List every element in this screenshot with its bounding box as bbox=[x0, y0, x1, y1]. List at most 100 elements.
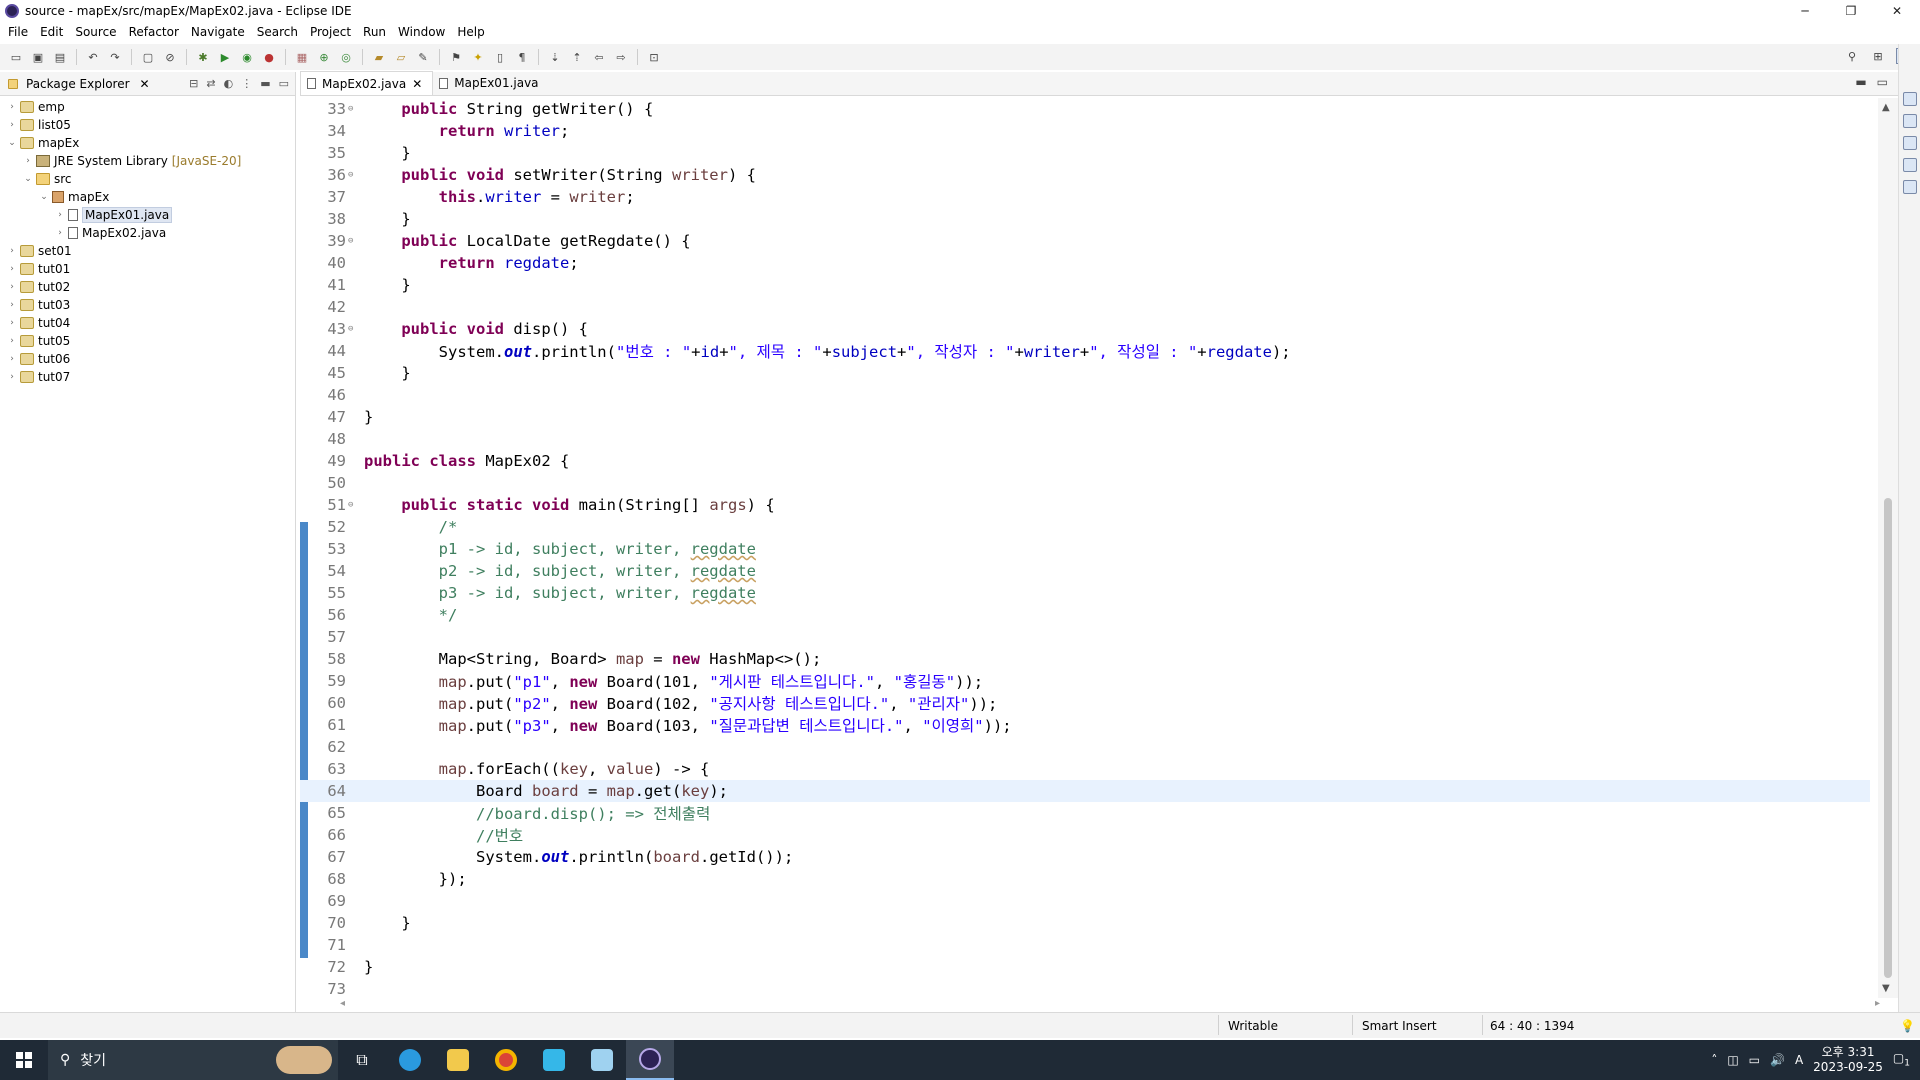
coverage-icon[interactable]: ◉ bbox=[239, 49, 255, 65]
taskbar-search[interactable]: ⚲ 찾기 bbox=[48, 1040, 338, 1080]
menu-navigate[interactable]: Navigate bbox=[185, 25, 251, 39]
code-line[interactable]: 57 bbox=[300, 626, 1870, 648]
menu-file[interactable]: File bbox=[2, 25, 34, 39]
view-menu-icon[interactable]: ⋮ bbox=[241, 77, 252, 90]
code-line[interactable]: 38 } bbox=[300, 208, 1870, 230]
code-line[interactable]: 48 bbox=[300, 428, 1870, 450]
code-line[interactable]: 53 p1 -> id, subject, writer, regdate bbox=[300, 538, 1870, 560]
show-whitespace-icon[interactable]: ¶ bbox=[514, 49, 530, 65]
open-folder-icon[interactable]: ▱ bbox=[393, 49, 409, 65]
annotation-icon[interactable]: ⚑ bbox=[448, 49, 464, 65]
code-line[interactable]: 61 map.put("p3", new Board(103, "질문과답변 테… bbox=[300, 714, 1870, 736]
code-line[interactable]: 54 p2 -> id, subject, writer, regdate bbox=[300, 560, 1870, 582]
menu-search[interactable]: Search bbox=[251, 25, 304, 39]
code-line[interactable]: 42 bbox=[300, 296, 1870, 318]
tree-item-mapex01-java[interactable]: › MapEx01.java bbox=[0, 206, 295, 224]
tree-item-src[interactable]: ⌄ src bbox=[0, 170, 295, 188]
minimize-button[interactable]: ─ bbox=[1782, 0, 1828, 22]
restore-button[interactable]: ❐ bbox=[1828, 0, 1874, 22]
menu-edit[interactable]: Edit bbox=[34, 25, 69, 39]
menu-window[interactable]: Window bbox=[392, 25, 451, 39]
code-line[interactable]: 50 bbox=[300, 472, 1870, 494]
code-line[interactable]: 35 } bbox=[300, 142, 1870, 164]
code-line[interactable]: 43 ⊖ public void disp() { bbox=[300, 318, 1870, 340]
tree-item-list05[interactable]: › list05 bbox=[0, 116, 295, 134]
code-line[interactable]: 71 bbox=[300, 934, 1870, 956]
link-editor-icon[interactable]: ⇄ bbox=[206, 77, 215, 90]
code-line[interactable]: 62 bbox=[300, 736, 1870, 758]
code-line[interactable]: 72} bbox=[300, 956, 1870, 978]
maximize-view-icon[interactable]: ▭ bbox=[1877, 75, 1888, 89]
edge-app[interactable] bbox=[386, 1040, 434, 1080]
minimize-view-icon[interactable]: ▬ bbox=[1855, 75, 1866, 89]
notepad-app[interactable] bbox=[578, 1040, 626, 1080]
scroll-down-icon[interactable]: ▼ bbox=[1882, 983, 1890, 994]
chevron-right-icon[interactable]: › bbox=[6, 354, 18, 364]
run-icon[interactable]: ▶ bbox=[217, 49, 233, 65]
block-selection-icon[interactable]: ▯ bbox=[492, 49, 508, 65]
close-icon[interactable]: ✕ bbox=[412, 77, 422, 91]
problems-icon[interactable] bbox=[1902, 136, 1917, 150]
chevron-right-icon[interactable]: › bbox=[6, 246, 18, 256]
back-icon[interactable]: ⇦ bbox=[591, 49, 607, 65]
tree-item-tut01[interactable]: › tut01 bbox=[0, 260, 295, 278]
tip-icon[interactable]: 💡 bbox=[1900, 1019, 1915, 1033]
code-editor[interactable]: 33 ⊖ public String getWriter() {34 return… bbox=[300, 98, 1870, 998]
maximize-view-icon[interactable]: ▭ bbox=[279, 77, 289, 90]
code-line[interactable]: 65 //board.disp(); => 전체출력 bbox=[300, 802, 1870, 824]
ime-indicator[interactable]: A bbox=[1795, 1053, 1803, 1067]
code-line[interactable]: 64 Board board = map.get(key); bbox=[300, 780, 1870, 802]
tree-item-tut03[interactable]: › tut03 bbox=[0, 296, 295, 314]
new-icon[interactable]: ▭ bbox=[8, 49, 24, 65]
chevron-right-icon[interactable]: › bbox=[6, 300, 18, 310]
code-line[interactable]: 73 bbox=[300, 978, 1870, 1000]
chrome-app[interactable] bbox=[482, 1040, 530, 1080]
tab-mapex02[interactable]: MapEx02.java ✕ bbox=[300, 71, 434, 95]
collapse-all-icon[interactable]: ⊟ bbox=[189, 77, 198, 90]
menu-project[interactable]: Project bbox=[304, 25, 357, 39]
chevron-right-icon[interactable]: › bbox=[6, 318, 18, 328]
chevron-up-icon[interactable]: ˄ bbox=[1711, 1053, 1717, 1067]
chevron-down-icon[interactable]: ⌄ bbox=[22, 174, 34, 184]
code-line[interactable]: 41 } bbox=[300, 274, 1870, 296]
code-line[interactable]: 37 this.writer = writer; bbox=[300, 186, 1870, 208]
task-view-button[interactable]: ⧉ bbox=[338, 1040, 386, 1080]
code-line[interactable]: 49 public class MapEx02 { bbox=[300, 450, 1870, 472]
filter-icon[interactable]: ◐ bbox=[224, 77, 234, 90]
chevron-right-icon[interactable]: › bbox=[22, 156, 34, 166]
code-line[interactable]: 56 */ bbox=[300, 604, 1870, 626]
new-class-icon[interactable]: ◎ bbox=[338, 49, 354, 65]
chevron-right-icon[interactable]: › bbox=[6, 336, 18, 346]
open-perspective-icon[interactable]: ⊞ bbox=[1870, 48, 1886, 64]
code-line[interactable]: 40 return regdate; bbox=[300, 252, 1870, 274]
code-line[interactable]: 34 return writer; bbox=[300, 120, 1870, 142]
chevron-down-icon[interactable]: ⌄ bbox=[6, 138, 18, 148]
tree-item-tut07[interactable]: › tut07 bbox=[0, 368, 295, 386]
scroll-up-icon[interactable]: ▲ bbox=[1882, 102, 1890, 113]
code-line[interactable]: 69 bbox=[300, 890, 1870, 912]
code-line[interactable]: 39 ⊖ public LocalDate getRegdate() { bbox=[300, 230, 1870, 252]
start-button[interactable] bbox=[0, 1040, 48, 1080]
new-package-icon[interactable]: ⊕ bbox=[316, 49, 332, 65]
code-line[interactable]: 59 map.put("p1", new Board(101, "게시판 테스트… bbox=[300, 670, 1870, 692]
code-line[interactable]: 46 bbox=[300, 384, 1870, 406]
chevron-right-icon[interactable]: › bbox=[6, 264, 18, 274]
fold-toggle-icon[interactable]: ⊖ bbox=[348, 170, 358, 180]
forward-icon[interactable]: ⇨ bbox=[613, 49, 629, 65]
webcam-icon[interactable]: ◫ bbox=[1727, 1053, 1738, 1067]
code-line[interactable]: 36 ⊖ public void setWriter(String writer)… bbox=[300, 164, 1870, 186]
redo-icon[interactable]: ↷ bbox=[107, 49, 123, 65]
chevron-right-icon[interactable]: › bbox=[6, 120, 18, 130]
horizontal-scrollbar[interactable]: ◂ ▸ bbox=[340, 998, 1880, 1012]
code-line[interactable]: 55 p3 -> id, subject, writer, regdate bbox=[300, 582, 1870, 604]
fold-toggle-icon[interactable]: ⊖ bbox=[348, 500, 358, 510]
save-icon[interactable]: ▣ bbox=[30, 49, 46, 65]
highlight-icon[interactable]: ✦ bbox=[470, 49, 486, 65]
save-all-icon[interactable]: ▤ bbox=[52, 49, 68, 65]
code-line[interactable]: 51 ⊖ public static void main(String[] arg… bbox=[300, 494, 1870, 516]
tab-package-explorer[interactable]: Package Explorer ✕ bbox=[6, 77, 150, 91]
new-java-project-icon[interactable]: ▦ bbox=[294, 49, 310, 65]
undo-icon[interactable]: ↶ bbox=[85, 49, 101, 65]
code-line[interactable]: 52 /* bbox=[300, 516, 1870, 538]
close-button[interactable]: ✕ bbox=[1874, 0, 1920, 22]
